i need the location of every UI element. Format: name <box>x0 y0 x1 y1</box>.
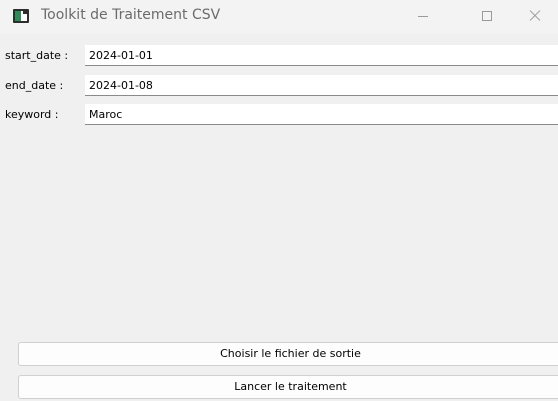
title-bar[interactable]: Toolkit de Traitement CSV <box>0 0 558 34</box>
main-window: Toolkit de Traitement CSV start_date : e… <box>0 0 558 401</box>
csv-app-icon <box>13 9 29 23</box>
minimize-icon <box>418 16 428 17</box>
maximize-button[interactable] <box>464 0 510 34</box>
start-date-label: start_date : <box>5 49 69 62</box>
start-date-row: start_date : <box>0 45 558 67</box>
close-button[interactable] <box>512 0 558 34</box>
end-date-input[interactable] <box>85 75 558 96</box>
choose-output-file-button[interactable]: Choisir le fichier de sortie <box>18 342 558 366</box>
minimize-button[interactable] <box>400 0 446 34</box>
keyword-label: keyword : <box>5 108 59 121</box>
keyword-row: keyword : <box>0 104 558 126</box>
end-date-row: end_date : <box>0 75 558 97</box>
window-title: Toolkit de Traitement CSV <box>41 7 221 23</box>
keyword-input[interactable] <box>85 104 558 125</box>
maximize-icon <box>482 11 492 21</box>
run-processing-button[interactable]: Lancer le traitement <box>18 375 558 399</box>
end-date-label: end_date : <box>5 79 64 92</box>
close-icon <box>529 10 541 22</box>
start-date-input[interactable] <box>85 45 558 66</box>
